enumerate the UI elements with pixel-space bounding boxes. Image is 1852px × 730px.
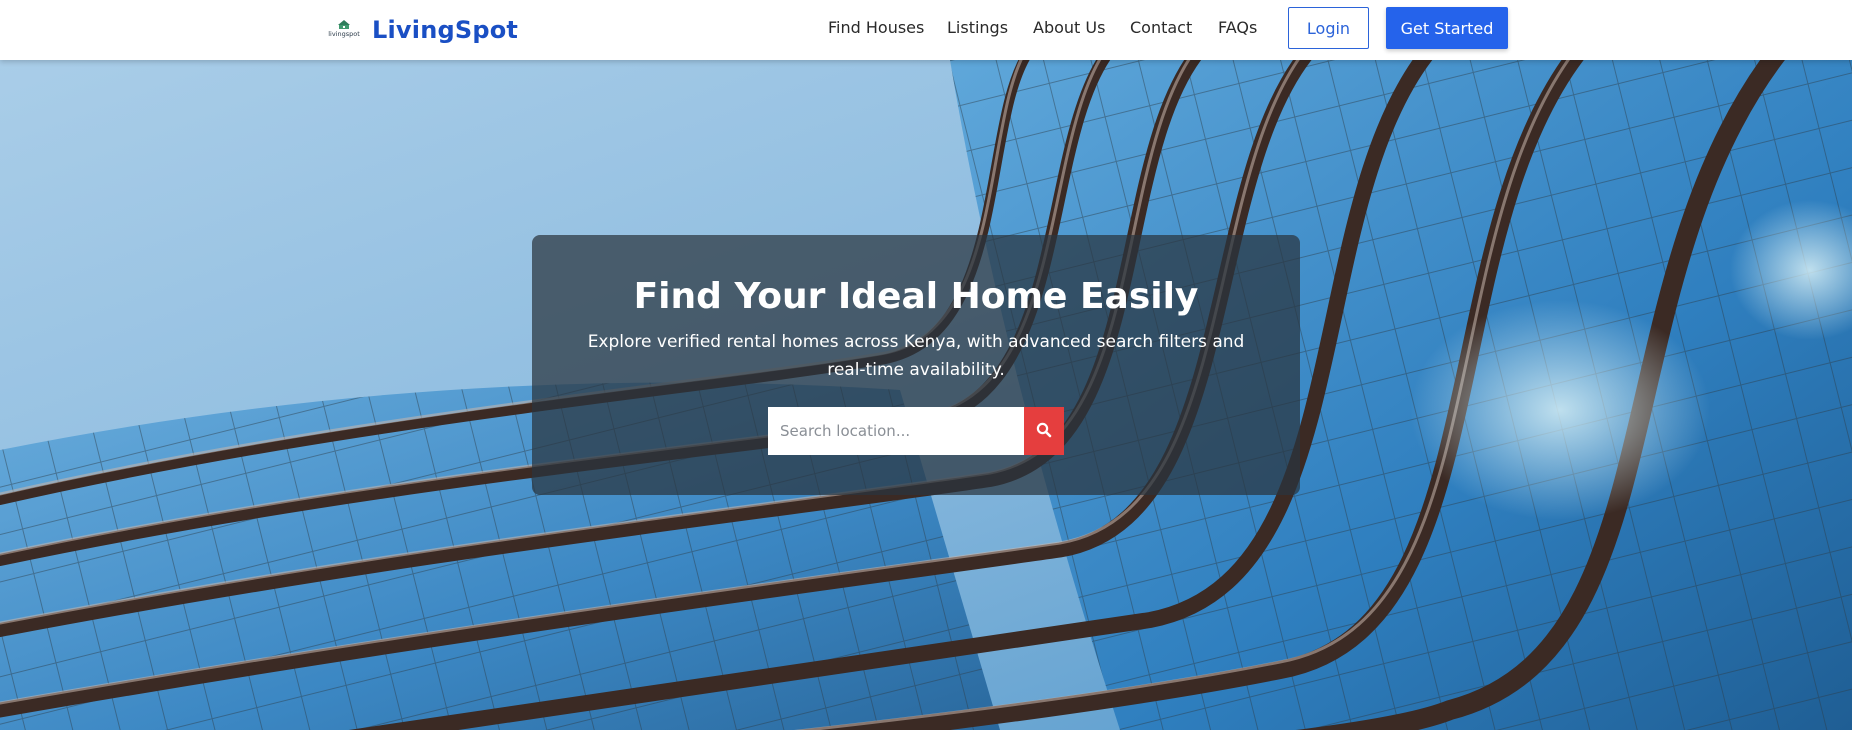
nav-find-houses[interactable]: Find Houses xyxy=(828,17,924,39)
hero-section: Find Your Ideal Home Easily Explore veri… xyxy=(0,60,1852,730)
hero-subtitle: Explore verified rental homes across Ken… xyxy=(587,332,1245,380)
brand-logo-text: livingspot xyxy=(328,30,360,38)
hero-title: Find Your Ideal Home Easily xyxy=(633,276,1199,317)
search-location-input[interactable] xyxy=(768,407,1024,455)
hero-card: Find Your Ideal Home Easily Explore veri… xyxy=(532,235,1300,495)
search-button[interactable] xyxy=(1024,407,1064,455)
brand-name: LivingSpot xyxy=(372,16,519,44)
login-button[interactable]: Login xyxy=(1288,7,1369,49)
search-icon xyxy=(1036,422,1052,441)
search-bar xyxy=(768,407,1064,455)
brand-logo-icon: livingspot xyxy=(326,19,362,41)
nav-contact[interactable]: Contact xyxy=(1130,17,1192,39)
get-started-button[interactable]: Get Started xyxy=(1386,7,1508,49)
nav-listings[interactable]: Listings xyxy=(947,17,1008,39)
brand-home-link[interactable]: livingspot LivingSpot xyxy=(326,0,518,60)
nav-faqs[interactable]: FAQs xyxy=(1218,17,1257,39)
nav-about-us[interactable]: About Us xyxy=(1033,17,1105,39)
site-header: livingspot LivingSpot Find Houses Listin… xyxy=(0,0,1852,60)
